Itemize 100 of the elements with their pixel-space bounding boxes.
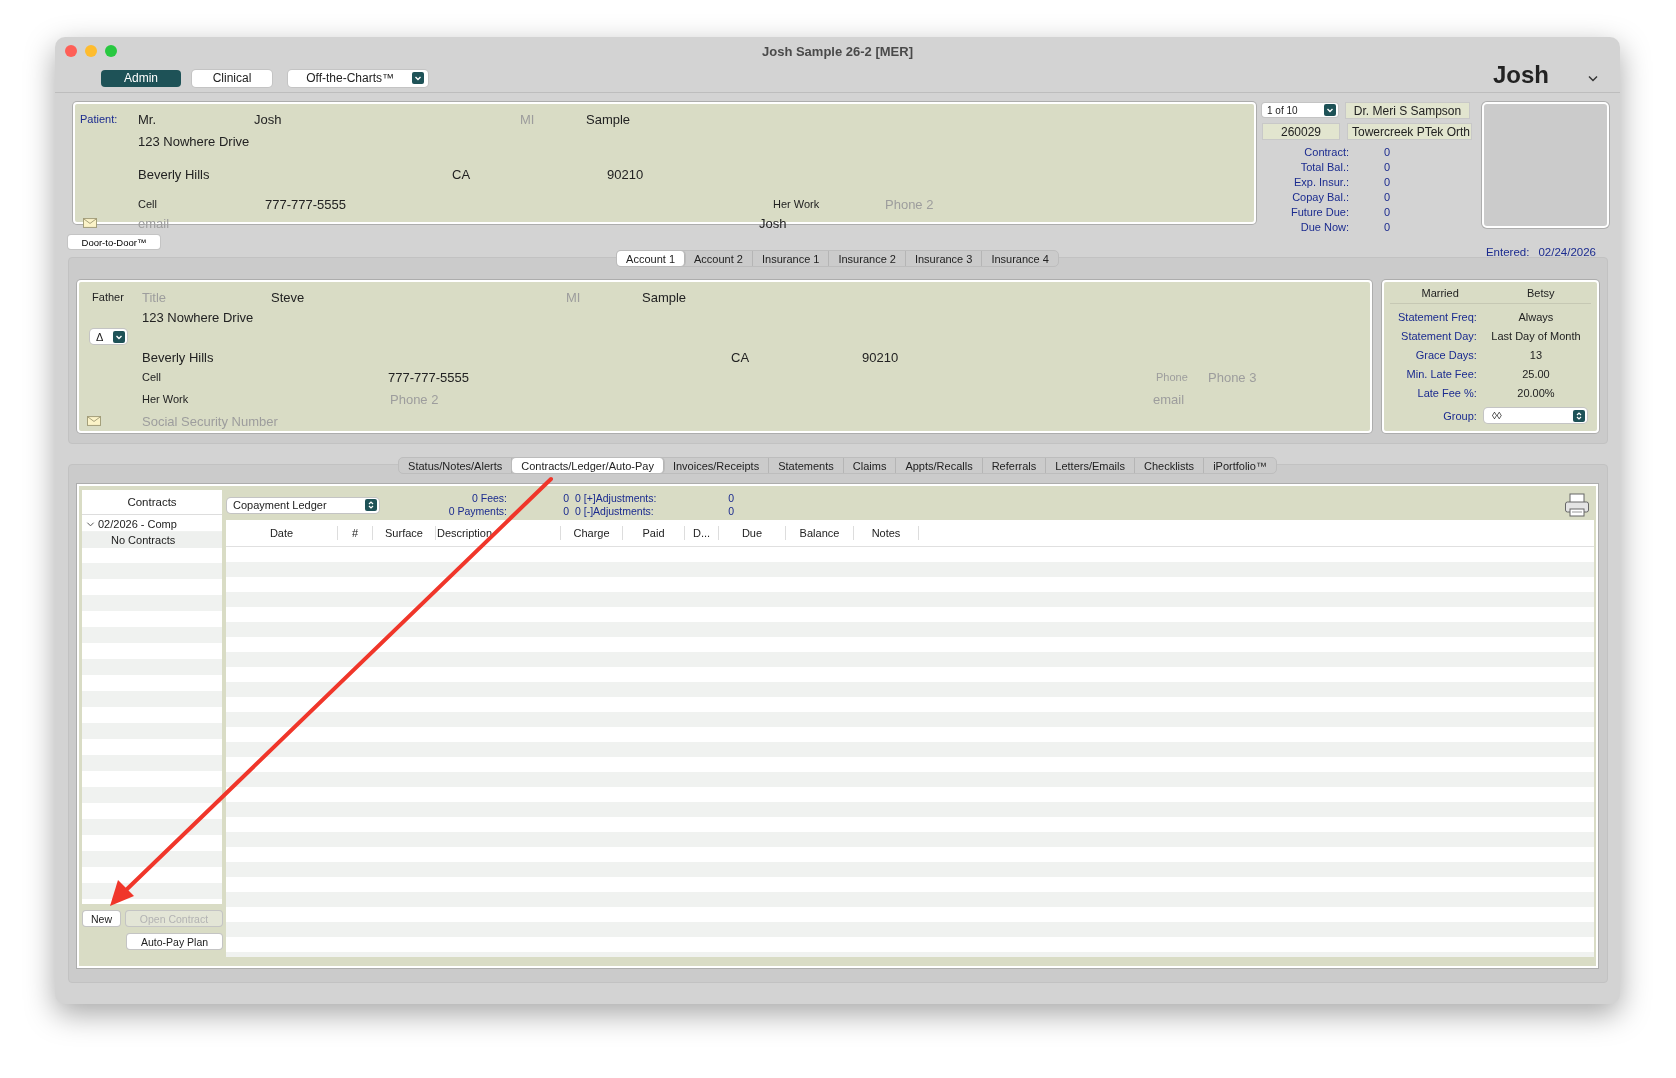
total-value: 0 — [562, 492, 569, 505]
section-tab[interactable]: iPortfolio™ — [1204, 458, 1276, 473]
balance-value: 0 — [1382, 190, 1390, 203]
terms-label: Statement Day: — [1400, 329, 1477, 342]
mode-button[interactable]: Clinical — [192, 69, 272, 87]
city-field[interactable]: Beverly Hills — [142, 349, 731, 365]
photo-placeholder[interactable] — [1482, 102, 1609, 228]
last-name-field[interactable]: Sample — [642, 289, 687, 305]
balance-label: Contract: — [1303, 145, 1349, 158]
phone-label: Cell — [138, 198, 158, 210]
tree-item[interactable]: 02/2026 - Comp — [82, 516, 222, 532]
column-header[interactable]: Balance — [786, 526, 854, 540]
section-tab[interactable]: Invoices/Receipts — [663, 458, 770, 473]
record-id-field[interactable]: 260029 — [1262, 123, 1340, 140]
phone-label: Phone — [1156, 371, 1189, 383]
window-title: Josh Sample 26-2 [MER] — [762, 43, 913, 60]
address-field[interactable]: 123 Nowhere Drive — [138, 133, 250, 149]
column-header[interactable]: Notes — [854, 526, 919, 540]
title-field[interactable]: Mr. — [138, 111, 254, 127]
phone-field[interactable]: 777-777-5555 — [388, 369, 1156, 385]
chevron-down-icon — [1324, 104, 1336, 116]
ledger-view-popup[interactable]: Copayment Ledger — [227, 497, 379, 513]
balance-value: 0 — [1382, 145, 1390, 158]
account-tab[interactable]: Insurance 3 — [905, 251, 983, 266]
chevron-down-icon — [113, 330, 125, 343]
column-header[interactable]: Due — [719, 526, 786, 540]
city-field[interactable]: Beverly Hills — [138, 166, 452, 182]
state-field[interactable]: CA — [452, 166, 607, 182]
section-tab[interactable]: Referrals — [982, 458, 1047, 473]
phone-label: Her Work — [142, 393, 190, 405]
chevron-down-icon — [412, 72, 424, 84]
account-tab[interactable]: Insurance 1 — [752, 251, 830, 266]
balance-label: Future Due: — [1289, 205, 1349, 218]
column-header[interactable]: Description — [436, 526, 561, 540]
contact-name: Josh — [759, 215, 787, 231]
spouse-name[interactable]: Betsy — [1490, 286, 1591, 299]
close-button[interactable] — [65, 45, 77, 57]
mode-button[interactable]: Admin — [101, 69, 181, 87]
section-tab[interactable]: Claims — [843, 458, 897, 473]
account-tab[interactable]: Insurance 4 — [982, 251, 1058, 266]
terms-label: Statement Freq: — [1397, 310, 1477, 323]
terms-value[interactable]: 20.00% — [1476, 386, 1591, 399]
balance-label: Exp. Insur.: — [1292, 175, 1349, 188]
terms-label: Late Fee %: — [1416, 386, 1477, 399]
balance-value: 0 — [1382, 175, 1390, 188]
envelope-icon[interactable] — [83, 218, 97, 228]
record-picker[interactable]: 1 of 10 — [1262, 103, 1338, 117]
terms-label: Min. Late Fee: — [1405, 367, 1477, 380]
total-label: 0 [+]Adjustments: — [574, 492, 658, 505]
section-tab[interactable]: Letters/Emails — [1046, 458, 1135, 473]
zoom-button[interactable] — [105, 45, 117, 57]
relation-label: Father — [91, 291, 125, 303]
last-name-field[interactable]: Sample — [586, 111, 631, 127]
door-to-door-button[interactable]: Door-to-Door™ — [68, 235, 160, 249]
section-tab[interactable]: Appts/Recalls — [896, 458, 983, 473]
section-tab[interactable]: Contracts/Ledger/Auto-Pay — [512, 458, 664, 473]
terms-value[interactable]: 13 — [1476, 348, 1591, 361]
patient-label: Patient: — [80, 113, 119, 125]
account-tab[interactable]: Account 2 — [685, 251, 753, 266]
address-field[interactable]: 123 Nowhere Drive — [142, 310, 254, 325]
first-name-field[interactable]: Steve — [271, 289, 566, 305]
contract-button[interactable]: New — [83, 911, 120, 926]
first-name-field[interactable]: Josh — [254, 111, 520, 127]
stepper-icon — [1572, 409, 1585, 422]
terms-value[interactable]: Always — [1476, 310, 1591, 323]
terms-value[interactable]: Last Day of Month — [1476, 329, 1591, 342]
entered-date: 02/24/2026 — [1538, 246, 1596, 258]
section-tab[interactable]: Statements — [769, 458, 844, 473]
section-tab[interactable]: Checklists — [1135, 458, 1205, 473]
total-label: 0 Payments: — [447, 505, 507, 518]
phone-field[interactable]: 777-777-5555 — [265, 196, 773, 212]
balance-label: Copay Bal.: — [1291, 190, 1349, 203]
doctor-field[interactable]: Dr. Meri S Sampson — [1345, 102, 1470, 119]
total-value: 0 — [727, 492, 734, 505]
column-header[interactable]: D... — [685, 526, 719, 540]
contract-button[interactable]: Auto-Pay Plan — [127, 934, 222, 949]
printer-icon[interactable] — [1564, 492, 1590, 518]
state-field[interactable]: CA — [731, 349, 862, 365]
total-value: 0 — [562, 505, 569, 518]
total-value: 0 — [727, 505, 734, 518]
marital-status[interactable]: Married — [1389, 286, 1491, 299]
office-field[interactable]: Towercreek PTek Orth — [1347, 123, 1472, 140]
column-header[interactable]: Date — [226, 526, 338, 540]
chevron-down-icon[interactable] — [1588, 74, 1598, 82]
account-tab[interactable]: Account 1 — [617, 251, 686, 266]
terms-value[interactable]: 25.00 — [1476, 367, 1591, 380]
envelope-icon[interactable] — [87, 416, 101, 426]
zip-field[interactable]: 90210 — [862, 349, 899, 365]
zip-field[interactable]: 90210 — [607, 166, 644, 182]
phone-label: Cell — [142, 371, 162, 383]
column-header[interactable]: Surface — [373, 526, 436, 540]
relation-menu[interactable]: Δ — [90, 329, 127, 344]
column-header[interactable]: Paid — [623, 526, 685, 540]
group-popup[interactable]: ◊◊ — [1483, 408, 1587, 423]
chart-menu-button[interactable]: Off-the-Charts™ — [288, 69, 428, 87]
column-header[interactable]: Charge — [561, 526, 623, 540]
account-tab[interactable]: Insurance 2 — [829, 251, 906, 266]
user-name: Josh — [1493, 61, 1549, 89]
column-header[interactable]: # — [338, 526, 373, 540]
entered-label: Entered: — [1485, 246, 1530, 258]
